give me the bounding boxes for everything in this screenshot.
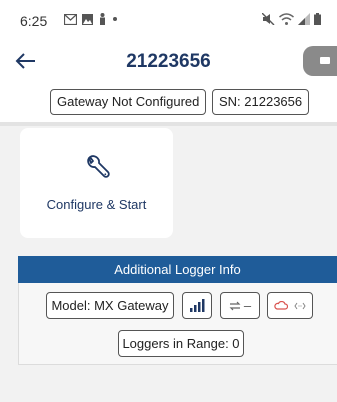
serial-number-badge: SN: 21223656 bbox=[212, 89, 310, 115]
port-value: – bbox=[243, 298, 252, 313]
signal-strength-badge bbox=[182, 292, 212, 319]
configure-start-label: Configure & Start bbox=[46, 197, 147, 212]
model-badge: Model: MX Gateway bbox=[46, 292, 174, 319]
cloud-icon bbox=[274, 301, 288, 310]
loggers-in-range-badge: Loggers in Range: 0 bbox=[118, 330, 244, 357]
signal-icon bbox=[298, 13, 310, 25]
configure-start-button[interactable]: Configure & Start bbox=[20, 128, 173, 238]
additional-info-header: Additional Logger Info bbox=[18, 256, 337, 283]
port-badge: – bbox=[220, 292, 260, 319]
additional-info-panel: Model: MX Gateway – Loggers in Range: 0 bbox=[18, 283, 337, 365]
status-chips: Gateway Not Configured SN: 21223656 bbox=[0, 80, 337, 122]
gmail-icon bbox=[64, 13, 77, 25]
system-icons bbox=[262, 13, 321, 25]
cloud-connection-badge bbox=[267, 292, 313, 319]
battery-icon bbox=[314, 13, 321, 25]
ethernet-icon bbox=[229, 301, 241, 310]
image-icon bbox=[82, 13, 93, 25]
link-arrows-icon bbox=[294, 302, 306, 309]
side-panel-tab[interactable] bbox=[303, 46, 337, 76]
figure-icon bbox=[100, 13, 105, 25]
app-header: 21223656 bbox=[0, 42, 337, 80]
page-title: 21223656 bbox=[126, 51, 211, 72]
notification-icons bbox=[64, 13, 118, 25]
gateway-status-badge: Gateway Not Configured bbox=[50, 89, 207, 115]
dot-icon bbox=[113, 17, 117, 21]
divider bbox=[0, 122, 337, 126]
wifi-icon bbox=[279, 13, 294, 25]
wrench-icon bbox=[87, 155, 110, 178]
mute-icon bbox=[262, 13, 275, 25]
signal-strength-icon bbox=[190, 299, 205, 312]
status-time: 6:25 bbox=[20, 13, 48, 29]
status-bar: 6:25 bbox=[0, 0, 337, 42]
